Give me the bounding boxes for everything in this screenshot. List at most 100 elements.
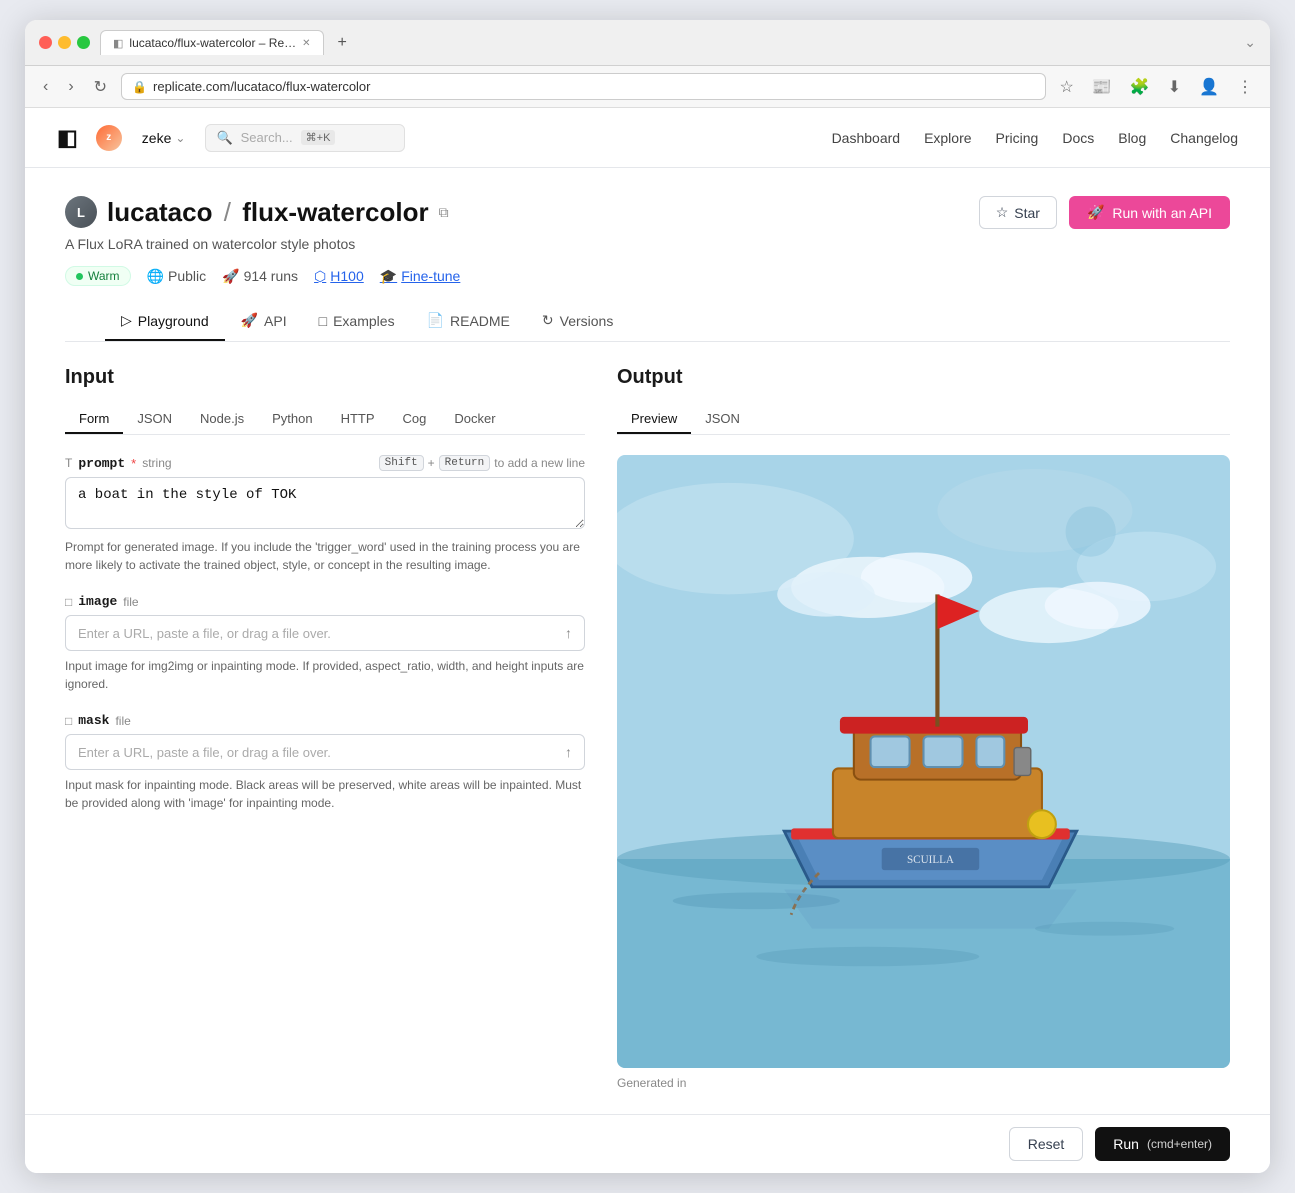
tab-playground[interactable]: ▷ Playground (105, 302, 225, 341)
browser-tab-active[interactable]: ◧ lucataco/flux-watercolor – Re… ✕ (100, 30, 324, 55)
input-tab-cog[interactable]: Cog (389, 405, 441, 434)
profile-icon[interactable]: 👤 (1194, 75, 1224, 99)
traffic-lights (39, 36, 90, 49)
browser-titlebar: ◧ lucataco/flux-watercolor – Re… ✕ + ⌄ (25, 20, 1270, 66)
input-tab-python[interactable]: Python (258, 405, 326, 434)
image-type: file (123, 595, 138, 609)
tab-versions[interactable]: ↻ Versions (526, 302, 629, 341)
browser-toolbar: ‹ › ↻ 🔒 replicate.com/lucataco/flux-wate… (25, 66, 1270, 108)
minimize-traffic-light[interactable] (58, 36, 71, 49)
prompt-field-group: T prompt * string Shift + Return to add … (65, 455, 585, 574)
tab-examples[interactable]: □ Examples (303, 302, 411, 341)
generated-label: Generated in (617, 1076, 1230, 1090)
warm-badge: Warm (65, 266, 131, 286)
input-tabs: Form JSON Node.js Python HTTP Cog Docker (65, 405, 585, 435)
user-avatar[interactable]: z (96, 125, 122, 151)
prompt-description: Prompt for generated image. If you inclu… (65, 538, 585, 574)
image-label-row: □ image file (65, 594, 585, 609)
model-owner-link[interactable]: lucataco (107, 197, 213, 227)
prompt-type: string (142, 456, 171, 470)
prompt-label: T prompt * string (65, 456, 172, 471)
rss-icon[interactable]: 📰 (1087, 75, 1117, 99)
input-panel-title: Input (65, 366, 585, 389)
output-tabs: Preview JSON (617, 405, 1230, 435)
reset-button[interactable]: Reset (1009, 1127, 1084, 1161)
user-name[interactable]: zeke ⌄ (142, 130, 186, 146)
back-button[interactable]: ‹ (37, 76, 54, 98)
public-badge: 🌐 Public (147, 268, 207, 285)
model-title-row: L lucataco / flux-watercolor ⧉ (65, 196, 460, 228)
image-field-group: □ image file Enter a URL, paste a file, … (65, 594, 585, 693)
browser-window: ◧ lucataco/flux-watercolor – Re… ✕ + ⌄ ‹… (25, 20, 1270, 1173)
finetune-badge[interactable]: 🎓 Fine-tune (380, 268, 461, 285)
mask-upload-icon[interactable]: ↑ (565, 744, 572, 760)
model-name: flux-watercolor (242, 197, 428, 227)
nav-docs[interactable]: Docs (1062, 130, 1094, 146)
browser-actions: ☆ 📰 🧩 ⬇ 👤 ⋮ (1054, 75, 1258, 99)
image-file-input[interactable]: Enter a URL, paste a file, or drag a fil… (65, 615, 585, 651)
address-bar[interactable]: 🔒 replicate.com/lucataco/flux-watercolor (121, 73, 1046, 100)
nav-changelog[interactable]: Changelog (1170, 130, 1238, 146)
warm-dot (76, 273, 83, 280)
new-tab-button[interactable]: + (330, 32, 355, 54)
nav-dashboard[interactable]: Dashboard (832, 130, 901, 146)
tab-api[interactable]: 🚀 API (225, 302, 303, 341)
upload-icon[interactable]: ↑ (565, 625, 572, 641)
versions-icon: ↻ (542, 312, 554, 329)
search-bar[interactable]: 🔍 Search... ⌘+K (205, 124, 405, 152)
examples-icon: □ (319, 313, 327, 329)
bookmark-icon[interactable]: ☆ (1054, 75, 1078, 99)
prompt-required: * (131, 456, 136, 471)
runs-icon: 🚀 (222, 268, 239, 285)
bottom-bar: Reset Run (cmd+enter) (25, 1114, 1270, 1173)
nav-blog[interactable]: Blog (1118, 130, 1146, 146)
browser-chevron-icon[interactable]: ⌄ (1244, 34, 1256, 51)
tab-close-icon[interactable]: ✕ (302, 38, 310, 49)
extensions-icon[interactable]: 🧩 (1125, 75, 1155, 99)
mask-placeholder: Enter a URL, paste a file, or drag a fil… (78, 745, 331, 760)
input-tab-json[interactable]: JSON (123, 405, 186, 434)
hardware-icon: ⬡ (314, 268, 326, 285)
prompt-hint: Shift + Return to add a new line (379, 455, 585, 471)
mask-file-icon: □ (65, 714, 72, 728)
forward-button[interactable]: › (62, 76, 79, 98)
input-tab-form[interactable]: Form (65, 405, 123, 434)
finetune-icon: 🎓 (380, 268, 397, 285)
output-panel: Output Preview JSON (617, 366, 1230, 1090)
tab-readme[interactable]: 📄 README (411, 302, 526, 341)
url-text: replicate.com/lucataco/flux-watercolor (153, 79, 370, 94)
prompt-input[interactable]: a boat in the style of TOK (65, 477, 585, 529)
input-tab-http[interactable]: HTTP (327, 405, 389, 434)
mask-description: Input mask for inpainting mode. Black ar… (65, 776, 585, 812)
output-panel-title: Output (617, 366, 1230, 389)
close-traffic-light[interactable] (39, 36, 52, 49)
image-field-name: image (78, 594, 117, 609)
mask-type: file (115, 714, 130, 728)
mask-field-group: □ mask file Enter a URL, paste a file, o… (65, 713, 585, 812)
run-button[interactable]: Run (cmd+enter) (1095, 1127, 1230, 1161)
logo-icon: ◧ (57, 125, 76, 151)
nav-explore[interactable]: Explore (924, 130, 971, 146)
run-api-button[interactable]: 🚀 Run with an API (1069, 196, 1230, 229)
return-key: Return (439, 455, 491, 471)
download-icon[interactable]: ⬇ (1163, 75, 1186, 99)
maximize-traffic-light[interactable] (77, 36, 90, 49)
search-icon: 🔍 (216, 130, 232, 146)
reload-button[interactable]: ↻ (88, 75, 113, 99)
prompt-label-row: T prompt * string Shift + Return to add … (65, 455, 585, 471)
star-button[interactable]: ☆ Star (979, 196, 1057, 229)
play-icon: ▷ (121, 312, 132, 329)
rocket-icon: 🚀 (1087, 204, 1104, 221)
mask-field-name: mask (78, 713, 109, 728)
mask-file-input[interactable]: Enter a URL, paste a file, or drag a fil… (65, 734, 585, 770)
input-tab-docker[interactable]: Docker (440, 405, 509, 434)
input-tab-nodejs[interactable]: Node.js (186, 405, 258, 434)
model-header: L lucataco / flux-watercolor ⧉ A Flux Lo… (25, 168, 1270, 342)
output-tab-preview[interactable]: Preview (617, 405, 691, 434)
output-tab-json[interactable]: JSON (691, 405, 754, 434)
hardware-badge[interactable]: ⬡ H100 (314, 268, 364, 285)
nav-pricing[interactable]: Pricing (996, 130, 1039, 146)
page: ◧ z zeke ⌄ 🔍 Search... ⌘+K Dashboard Exp… (25, 108, 1270, 1173)
copy-button[interactable]: ⧉ (439, 204, 449, 221)
menu-icon[interactable]: ⋮ (1232, 75, 1258, 99)
